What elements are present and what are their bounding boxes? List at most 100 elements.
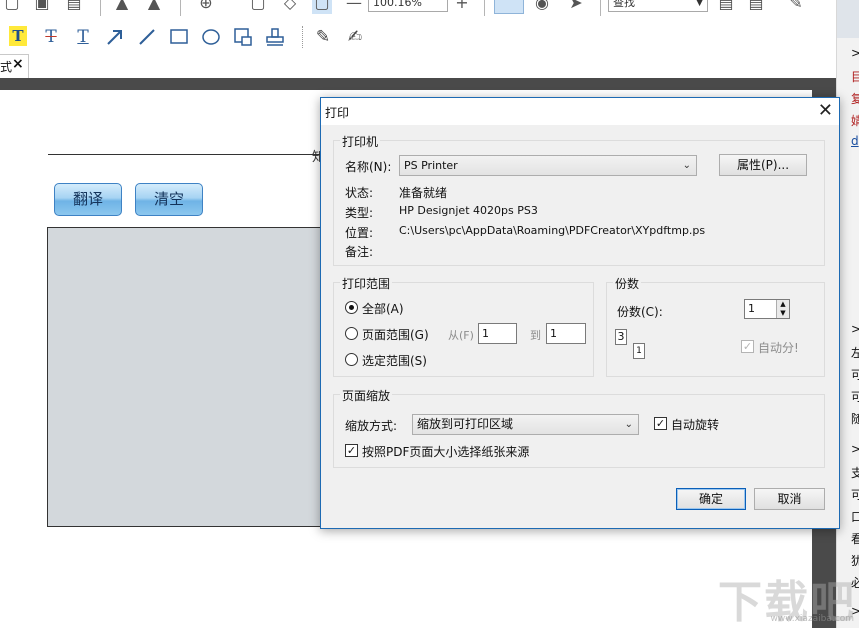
- side-panel-text: >: [851, 604, 859, 618]
- range-pages-label[interactable]: 页面范围(G): [362, 326, 429, 343]
- printer-properties-button[interactable]: 属性(P)...: [719, 154, 807, 176]
- clear-button[interactable]: 清空: [135, 183, 203, 216]
- side-panel-text: 可: [851, 388, 859, 405]
- printer-status-value: 准备就绪: [399, 186, 448, 200]
- side-panel-text: 可: [851, 366, 859, 383]
- image-icon[interactable]: [232, 26, 254, 48]
- printer-name-label: 名称(N):: [345, 160, 392, 174]
- form-edit-icon[interactable]: ✍: [344, 26, 366, 48]
- collate-page: 3: [615, 329, 627, 345]
- zoom-out-icon[interactable]: —: [344, 0, 364, 14]
- collate-pages-icon: 3 1: [615, 329, 645, 363]
- previous-page-icon[interactable]: ▲: [112, 0, 132, 14]
- paper-source-label[interactable]: 按照PDF页面大小选择纸张来源: [362, 443, 529, 460]
- side-panel-text: 婧: [851, 112, 859, 129]
- autorotate-label[interactable]: 自动旋转: [671, 416, 719, 433]
- side-panel-text: 左: [851, 344, 859, 361]
- printer-name-select[interactable]: PS Printer ⌄: [399, 155, 697, 176]
- fit-page-icon[interactable]: ▢: [248, 0, 268, 14]
- new-icon[interactable]: ▢: [2, 0, 22, 14]
- printer-group: 打印机 名称(N): PS Printer ⌄ 属性(P)... 状态: 准备就…: [333, 133, 825, 266]
- zoom-in-icon[interactable]: +: [452, 0, 472, 14]
- side-panel-text: >: [851, 322, 859, 336]
- side-panel-text: 支: [851, 464, 859, 481]
- viewport-border: [0, 78, 836, 90]
- main-toolbar: ▢ ▣ ▤ ▲ ▲ ⊕ ▢ ◇ ▢ — 100.16% + ◉ ➤ 查找 ▼ ▤…: [0, 0, 836, 18]
- printer-location-label: 位置:: [345, 226, 374, 240]
- stamp-icon[interactable]: [264, 26, 286, 48]
- document-tab[interactable]: 式 ×: [0, 54, 29, 78]
- highlight-text-icon[interactable]: T: [9, 26, 27, 46]
- tab-label: 式: [0, 60, 13, 74]
- hand-tool-button[interactable]: [494, 0, 524, 14]
- side-panel-text: 看: [851, 530, 859, 547]
- collate-checkbox[interactable]: ✓: [741, 340, 754, 353]
- select-tool-icon[interactable]: ➤: [566, 0, 586, 14]
- range-to-input[interactable]: 1: [546, 323, 586, 344]
- zoom-icon[interactable]: ⊕: [196, 0, 216, 14]
- autorotate-checkbox[interactable]: ✓: [654, 417, 667, 430]
- side-panel-text: 目: [851, 68, 859, 85]
- side-panel-link[interactable]: d: [851, 134, 859, 148]
- printer-location-value: C:\Users\pc\AppData\Roaming\PDFCreator\X…: [399, 224, 706, 237]
- stepper-down-icon[interactable]: ▼: [777, 309, 789, 318]
- printer-type-label: 类型:: [345, 206, 374, 220]
- dialog-titlebar[interactable]: 打印 ✕: [321, 98, 839, 125]
- actual-size-icon[interactable]: ▢: [312, 0, 332, 14]
- toolbar-divider: [302, 26, 303, 48]
- stepper-up-icon[interactable]: ▲: [777, 300, 789, 309]
- translate-button[interactable]: 翻译: [54, 183, 122, 216]
- toolbar-divider: [600, 0, 601, 16]
- paper-source-checkbox[interactable]: ✓: [345, 444, 358, 457]
- side-panel-text: >: [851, 442, 859, 456]
- page-scaling-legend: 页面缩放: [340, 387, 393, 404]
- chevron-down-icon: ⌄: [682, 160, 691, 171]
- range-selection-radio[interactable]: [345, 353, 358, 366]
- copies-stepper-buttons[interactable]: ▲ ▼: [776, 300, 789, 318]
- copies-label: 份数(C):: [617, 305, 663, 319]
- cancel-button[interactable]: 取消: [754, 488, 825, 510]
- ok-button[interactable]: 确定: [676, 488, 746, 510]
- scaling-mode-select[interactable]: 缩放到可打印区域 ⌄: [412, 414, 639, 435]
- strikeout-text-icon[interactable]: T: [40, 26, 62, 48]
- line-icon[interactable]: [136, 26, 158, 48]
- side-panel-text: 必: [851, 574, 859, 591]
- toolbar-divider: [100, 0, 101, 16]
- printer-comment-label: 备注:: [345, 245, 374, 259]
- document-tab-strip: 式 ×: [0, 54, 836, 78]
- print-icon[interactable]: ▤: [64, 0, 84, 14]
- copies-legend: 份数: [613, 275, 642, 292]
- text-area-preview: [47, 227, 347, 527]
- print-dialog: 打印 ✕ 打印机 名称(N): PS Printer ⌄ 属性(P)... 状态…: [320, 97, 840, 529]
- collate-label: 自动分!: [758, 341, 799, 355]
- close-icon[interactable]: ×: [12, 56, 24, 72]
- find-input[interactable]: 查找 ▼: [608, 0, 708, 12]
- ellipse-icon[interactable]: [200, 26, 222, 48]
- underline-text-icon[interactable]: T: [72, 26, 94, 48]
- zoom-input[interactable]: 100.16%: [368, 0, 448, 12]
- range-all-label[interactable]: 全部(A): [362, 300, 404, 317]
- dialog-title: 打印: [325, 106, 350, 120]
- next-page-icon[interactable]: ▲: [144, 0, 164, 14]
- range-from-input[interactable]: 1: [478, 323, 517, 344]
- close-icon[interactable]: ✕: [818, 100, 833, 121]
- copies-stepper[interactable]: 1 ▲ ▼: [744, 299, 790, 319]
- chevron-down-icon[interactable]: ▼: [696, 0, 703, 11]
- find-next-icon[interactable]: ▤: [746, 0, 766, 14]
- range-selection-label[interactable]: 选定范围(S): [362, 352, 427, 369]
- edit-icon[interactable]: ✎: [786, 0, 806, 14]
- arrow-icon[interactable]: [104, 26, 126, 48]
- rectangle-icon[interactable]: [168, 26, 190, 48]
- document-rule: [48, 154, 348, 155]
- copies-value: 1: [748, 302, 755, 315]
- save-icon[interactable]: ▣: [32, 0, 52, 14]
- chevron-down-icon: ⌄: [624, 419, 633, 430]
- find-prev-icon[interactable]: ▤: [716, 0, 736, 14]
- range-pages-radio[interactable]: [345, 327, 358, 340]
- toolbar-divider: [180, 0, 181, 16]
- fit-width-icon[interactable]: ◇: [280, 0, 300, 14]
- snapshot-icon[interactable]: ◉: [532, 0, 552, 14]
- range-all-radio[interactable]: [345, 301, 358, 314]
- note-edit-icon[interactable]: ✎: [312, 26, 334, 48]
- collate-page: 1: [633, 343, 645, 359]
